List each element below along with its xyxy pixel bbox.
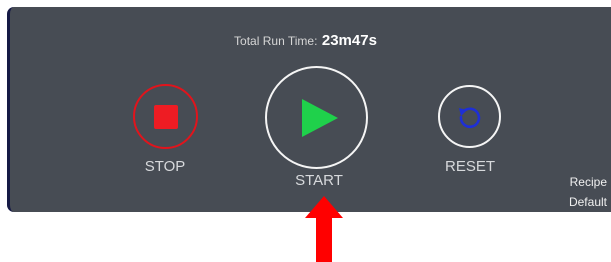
stop-button[interactable] [133,84,198,149]
recipe-label: Recipe [569,175,607,189]
reset-label: RESET [444,158,495,175]
run-time-label: Total Run Time: [234,34,318,48]
play-icon [301,98,338,137]
recipe-value: Default [568,195,607,209]
up-arrow-icon [305,196,343,262]
stop-icon [153,104,178,129]
recipe-info: Recipe Default [569,172,607,212]
start-label: START [295,172,343,189]
total-run-time: Total Run Time: 23m47s [0,32,611,50]
reset-icon [458,106,480,128]
run-time-value: 23m47s [321,32,377,49]
stop-label: STOP [144,158,186,175]
start-button[interactable] [265,66,368,169]
reset-button[interactable] [438,85,501,148]
